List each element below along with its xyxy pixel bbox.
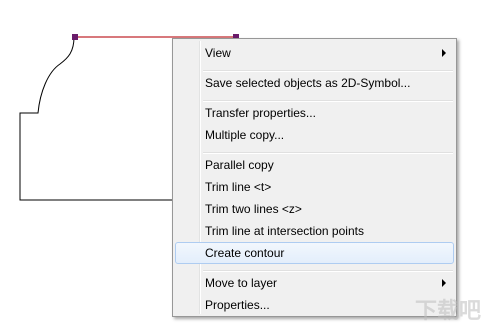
menu-item-label: Save selected objects as 2D-Symbol... xyxy=(205,76,411,90)
menu-item-label: Trim line at intersection points xyxy=(205,224,364,238)
menu-item-transfer-properties[interactable]: Transfer properties... xyxy=(175,102,454,124)
menu-item-parallel-copy[interactable]: Parallel copy xyxy=(175,154,454,176)
menu-item-label: Create contour xyxy=(205,246,285,260)
menu-item-label: Multiple copy... xyxy=(205,128,285,142)
menu-item-move-to-layer[interactable]: Move to layer xyxy=(175,272,454,294)
menu-item-view[interactable]: View xyxy=(175,42,454,64)
menu-item-label: Parallel copy xyxy=(205,158,274,172)
menu-item-label: Trim two lines <z> xyxy=(205,202,302,216)
menu-item-label: View xyxy=(205,46,231,60)
menu-item-create-contour[interactable]: Create contour xyxy=(175,242,454,264)
menu-item-trim-line[interactable]: Trim line <t> xyxy=(175,176,454,198)
selection-handle-left[interactable] xyxy=(72,34,78,40)
menu-item-trim-two-lines[interactable]: Trim two lines <z> xyxy=(175,198,454,220)
menu-item-properties[interactable]: Properties... xyxy=(175,294,454,316)
context-menu: View Save selected objects as 2D-Symbol.… xyxy=(172,38,457,317)
menu-item-label: Transfer properties... xyxy=(205,106,316,120)
submenu-arrow-icon xyxy=(442,49,446,57)
watermark: 下载吧 xyxy=(414,299,481,324)
menu-item-multiple-copy[interactable]: Multiple copy... xyxy=(175,124,454,146)
menu-item-label: Properties... xyxy=(205,298,270,312)
menu-item-label: Move to layer xyxy=(205,276,278,290)
menu-item-save-2d-symbol[interactable]: Save selected objects as 2D-Symbol... xyxy=(175,72,454,94)
menu-item-label: Trim line <t> xyxy=(205,180,272,194)
menu-item-trim-at-intersections[interactable]: Trim line at intersection points xyxy=(175,220,454,242)
submenu-arrow-icon xyxy=(442,279,446,287)
